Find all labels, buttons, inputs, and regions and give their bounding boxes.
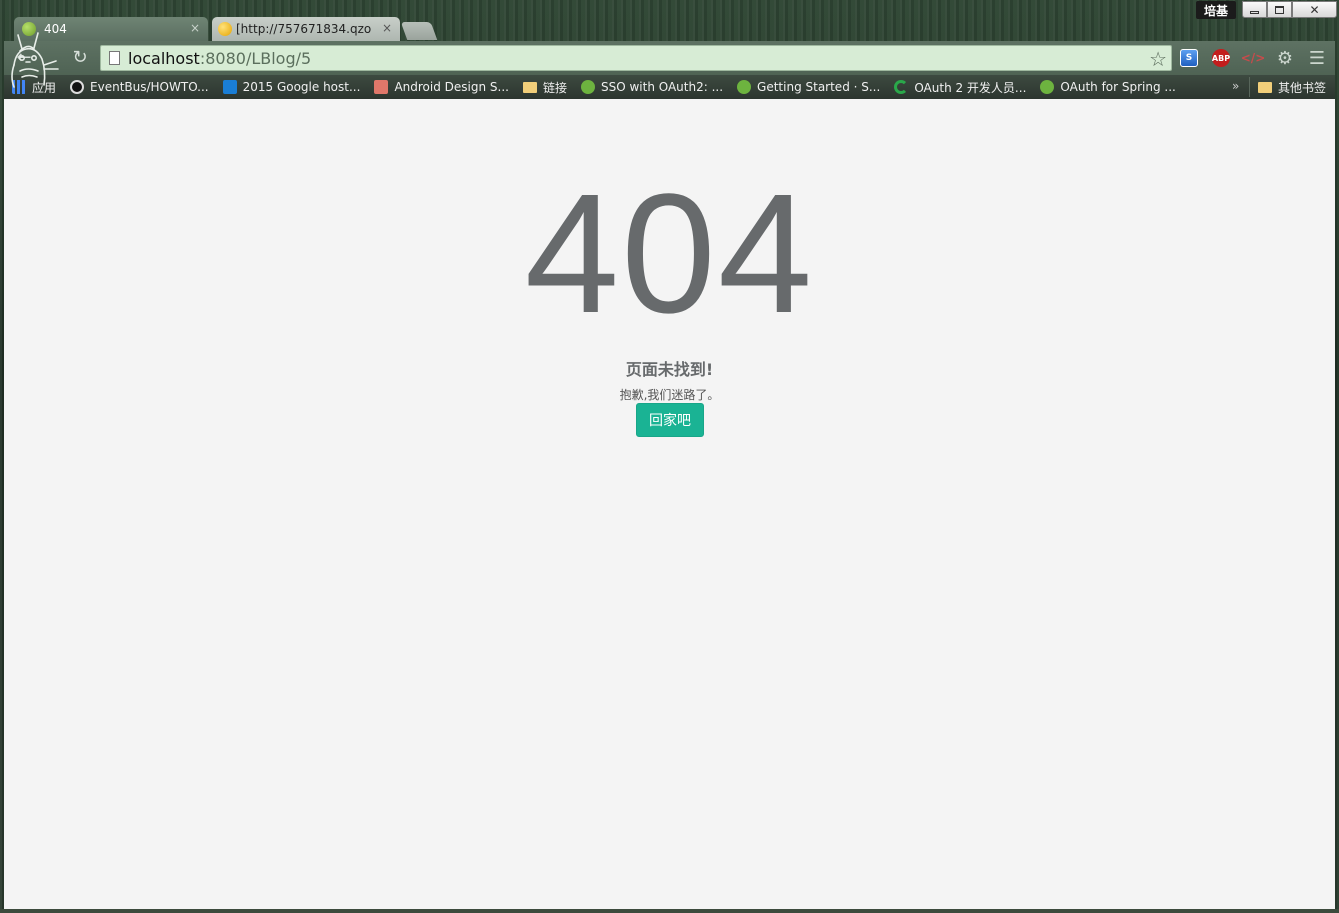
bookmark-item[interactable]: OAuth 2 开发人员...: [894, 79, 1026, 96]
bookmark-label: SSO with OAuth2: ...: [600, 80, 724, 94]
other-bookmarks-label: 其他书签: [1278, 81, 1327, 95]
github-icon: [70, 80, 85, 94]
page-viewport: 404 页面未找到! 抱歉,我们迷路了。 回家吧: [4, 99, 1335, 909]
page-icon: [109, 51, 120, 65]
totoro-theme-icon: [11, 32, 59, 88]
address-bar[interactable]: localhost :8080/LBlog/5 ☆: [100, 45, 1172, 71]
folder-icon: [522, 81, 537, 93]
bookmarks-divider: [1249, 77, 1250, 97]
spring-icon: [737, 80, 752, 94]
bookmark-label: OAuth for Spring ...: [1060, 80, 1176, 94]
bookmarks-overflow-button[interactable]: »: [1232, 79, 1239, 93]
error-title: 页面未找到!: [625, 360, 714, 379]
bookmark-folder[interactable]: 链接: [522, 79, 567, 96]
gear-icon[interactable]: ⚙: [1276, 48, 1294, 69]
bookmark-label: OAuth 2 开发人员...: [914, 80, 1027, 95]
maximize-icon: [1275, 5, 1284, 14]
maximize-button[interactable]: [1267, 1, 1292, 18]
bookmark-item[interactable]: Android Design S...: [374, 80, 509, 94]
minimize-button[interactable]: [1242, 1, 1267, 18]
tab-close-icon[interactable]: ×: [190, 21, 200, 35]
adblock-icon[interactable]: ABP: [1212, 49, 1230, 67]
menu-icon[interactable]: ☰: [1308, 48, 1326, 69]
folder-icon: [1258, 82, 1272, 93]
tab-inactive[interactable]: [http://757671834.qzon ×: [212, 17, 400, 41]
qzone-favicon-icon: [218, 22, 232, 36]
c-icon: [894, 80, 909, 94]
other-bookmarks[interactable]: 其他书签: [1258, 79, 1326, 96]
bookmark-label: 2015 Google host...: [242, 80, 361, 94]
error-description: 抱歉,我们迷路了。: [619, 388, 720, 402]
l-icon: [222, 80, 237, 94]
bookmark-label: EventBus/HOWTO...: [90, 80, 209, 94]
bookmark-item[interactable]: EventBus/HOWTO...: [70, 80, 209, 94]
bookmark-item[interactable]: SSO with OAuth2: ...: [580, 80, 724, 94]
jian-icon: [374, 80, 389, 94]
close-window-button[interactable]: ✕: [1292, 1, 1337, 18]
bookmark-item[interactable]: 2015 Google host...: [222, 80, 361, 94]
bookmark-label: 链接: [542, 80, 567, 95]
spring-icon: [580, 80, 595, 94]
extension-icon[interactable]: S: [1180, 49, 1198, 67]
window-controls: ✕: [1242, 1, 1337, 19]
tab-title: [http://757671834.qzon: [236, 22, 371, 36]
spring-icon: [1040, 80, 1055, 94]
browser-toolbar: ← ↻ localhost :8080/LBlog/5 ☆ S ABP </> …: [4, 41, 1335, 75]
user-badge[interactable]: 培基: [1196, 1, 1236, 19]
window-bottom-border: [0, 909, 1339, 913]
new-tab-button[interactable]: [400, 22, 438, 40]
bookmark-label: Getting Started · S...: [757, 80, 881, 94]
error-code: 404: [524, 159, 815, 349]
bookmarks-bar: 应用 EventBus/HOWTO... 2015 Google host...…: [4, 75, 1335, 99]
go-home-button[interactable]: 回家吧: [636, 403, 704, 437]
code-extension-icon[interactable]: </>: [1241, 49, 1266, 67]
bookmark-label: Android Design S...: [394, 80, 509, 94]
reload-button[interactable]: ↻: [70, 48, 90, 68]
close-icon: ✕: [1309, 2, 1320, 17]
bookmark-item[interactable]: OAuth for Spring ...: [1040, 80, 1176, 94]
bookmark-star-icon[interactable]: ☆: [1149, 47, 1167, 71]
url-host: localhost: [128, 48, 200, 68]
tab-close-icon[interactable]: ×: [382, 21, 392, 35]
minimize-icon: [1250, 11, 1259, 14]
url-path: :8080/LBlog/5: [199, 48, 312, 68]
bookmark-item[interactable]: Getting Started · S...: [737, 80, 880, 94]
